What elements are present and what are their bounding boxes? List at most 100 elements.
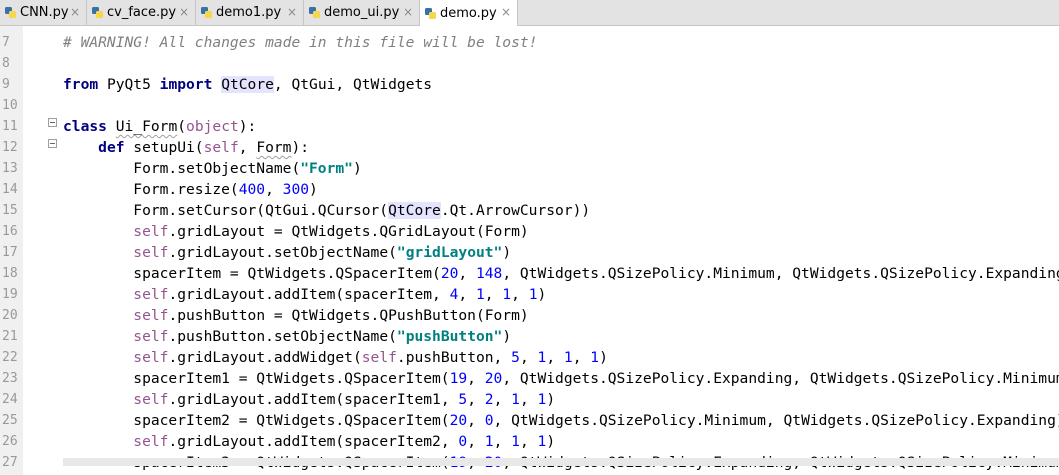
code-token: .gridLayout.addItem(spacerItem2, (168, 433, 459, 450)
code-token: , (238, 139, 257, 156)
python-file-icon (425, 7, 436, 19)
code-token: 1 (511, 433, 520, 450)
tab-demo-ui-py[interactable]: demo_ui.py × (304, 0, 420, 25)
code-line[interactable]: Form.setCursor(QtGui.QCursor(QtCore.Qt.A… (63, 200, 590, 221)
close-icon[interactable]: × (501, 5, 511, 19)
close-icon[interactable]: × (287, 5, 297, 19)
code-line[interactable]: spacerItem = QtWidgets.QSpacerItem(20, 1… (63, 263, 1059, 284)
code-token: 0 (484, 412, 494, 429)
code-token: .gridLayout.addItem(spacerItem, (168, 286, 450, 303)
code-token: self (133, 433, 169, 450)
fold-marker-icon[interactable] (48, 139, 57, 148)
code-token: 1 (511, 391, 520, 408)
code-token: .Qt.ArrowCursor)) (440, 202, 591, 219)
code-token: 2 (484, 391, 494, 408)
close-icon[interactable]: × (179, 5, 189, 19)
code-token: 1 (590, 349, 600, 366)
code-line[interactable]: self.gridLayout.addItem(spacerItem, 4, 1… (63, 284, 546, 305)
code-token: .gridLayout.setObjectName( (168, 244, 397, 261)
code-token: 1 (563, 349, 573, 366)
tab-label: demo1.py (216, 5, 282, 20)
python-file-icon (309, 7, 320, 18)
code-token: import (159, 76, 213, 93)
code-token: 148 (475, 265, 503, 282)
horizontal-scrollbar[interactable] (63, 458, 1059, 466)
code-token: .gridLayout = QtWidgets.QGridLayout(Form… (168, 223, 529, 240)
python-file-icon (5, 7, 16, 18)
line-number: 17 (2, 245, 18, 260)
tab-demo-py[interactable]: demo.py × (420, 0, 518, 26)
line-number: 22 (2, 350, 18, 365)
code-token: 20 (449, 412, 468, 429)
close-icon[interactable]: × (403, 5, 413, 19)
code-token: Ui_Form (115, 118, 178, 135)
code-line[interactable]: spacerItem1 = QtWidgets.QSpacerItem(19 , … (63, 368, 1059, 389)
code-token: ) (352, 160, 362, 177)
code-token: 5 (458, 391, 468, 408)
line-number: 20 (2, 308, 18, 323)
code-token: .pushButton.setObjectName( (168, 328, 397, 345)
code-token: Form.resize( (63, 181, 239, 198)
code-token: 1 (502, 286, 512, 303)
code-line[interactable]: from PyQt5 import QtCore, QtGui, QtWidge… (63, 74, 432, 95)
code-token: spacerItem2 = QtWidgets.QSpacerItem( (63, 412, 450, 429)
code-line[interactable]: self.gridLayout.addWidget(self.pushButto… (63, 347, 608, 368)
tab-cv-face-py[interactable]: cv_face.py × (87, 0, 196, 25)
code-token: 1 (484, 433, 494, 450)
code-token: def (98, 139, 125, 156)
code-line[interactable]: Form.resize(400, 300) (63, 179, 318, 200)
tab-cnn-py[interactable]: CNN.py × (0, 0, 87, 25)
code-token: , (493, 391, 512, 408)
code-token: class (63, 118, 107, 135)
code-token: PyQt5 (98, 76, 160, 93)
line-number: 18 (2, 266, 18, 281)
code-token: self (203, 139, 239, 156)
code-token: 300 (282, 181, 310, 198)
code-line[interactable]: Form.setObjectName("Form") (63, 158, 362, 179)
code-token: , (546, 349, 564, 366)
code-line[interactable]: self.gridLayout.addItem(spacerItem1, 5, … (63, 389, 555, 410)
code-token: , QtGui, QtWidgets (273, 76, 433, 93)
code-token: , (467, 412, 485, 429)
line-number: 16 (2, 224, 18, 239)
code-token: , QtWidgets.QSizePolicy.Expanding, QtWid… (502, 370, 1059, 387)
code-token: setupUi( (124, 139, 204, 156)
code-token: , (519, 433, 538, 450)
code-line[interactable]: self.gridLayout.addItem(spacerItem2, 0, … (63, 431, 555, 452)
code-token: , QtWidgets.QSizePolicy.Minimum, QtWidge… (493, 412, 1059, 429)
code-line[interactable]: class Ui_Form(object): (63, 116, 256, 137)
line-number: 25 (2, 413, 18, 428)
python-file-icon (201, 7, 212, 18)
code-token: ) (502, 328, 512, 345)
line-number: 21 (2, 329, 18, 344)
line-number: 13 (2, 161, 18, 176)
line-number: 19 (2, 287, 18, 302)
code-token: .pushButton = QtWidgets.QPushButton(Form… (168, 307, 529, 324)
code-line[interactable]: self.pushButton.setObjectName("pushButto… (63, 326, 511, 347)
code-token: , QtWidgets.QSizePolicy.Minimum, QtWidge… (502, 265, 1059, 282)
code-line[interactable]: def setupUi(self, Form): (63, 137, 309, 158)
code-line[interactable]: # WARNING! All changes made in this file… (63, 32, 537, 53)
line-number: 11 (2, 119, 18, 134)
close-icon[interactable]: × (70, 5, 80, 19)
code-line[interactable]: spacerItem2 = QtWidgets.QSpacerItem(20 , … (63, 410, 1059, 431)
line-number: 27 (2, 455, 18, 470)
code-line[interactable]: self.gridLayout = QtWidgets.QGridLayout(… (63, 221, 529, 242)
line-number: 26 (2, 434, 18, 449)
code-token: 1 (537, 349, 547, 366)
code-token: , (467, 433, 485, 450)
code-token: , (467, 370, 485, 387)
code-token: ) (309, 181, 318, 198)
line-number: 14 (2, 182, 18, 197)
tab-demo1-py[interactable]: demo1.py × (196, 0, 304, 25)
code-token: 20 (484, 370, 503, 387)
line-number: 8 (2, 56, 10, 71)
fold-marker-icon[interactable] (48, 118, 57, 127)
code-line[interactable]: self.pushButton = QtWidgets.QPushButton(… (63, 305, 529, 326)
line-number: 24 (2, 392, 18, 407)
code-line[interactable]: self.gridLayout.setObjectName("gridLayou… (63, 242, 511, 263)
code-token: Form.setObjectName( (63, 160, 301, 177)
